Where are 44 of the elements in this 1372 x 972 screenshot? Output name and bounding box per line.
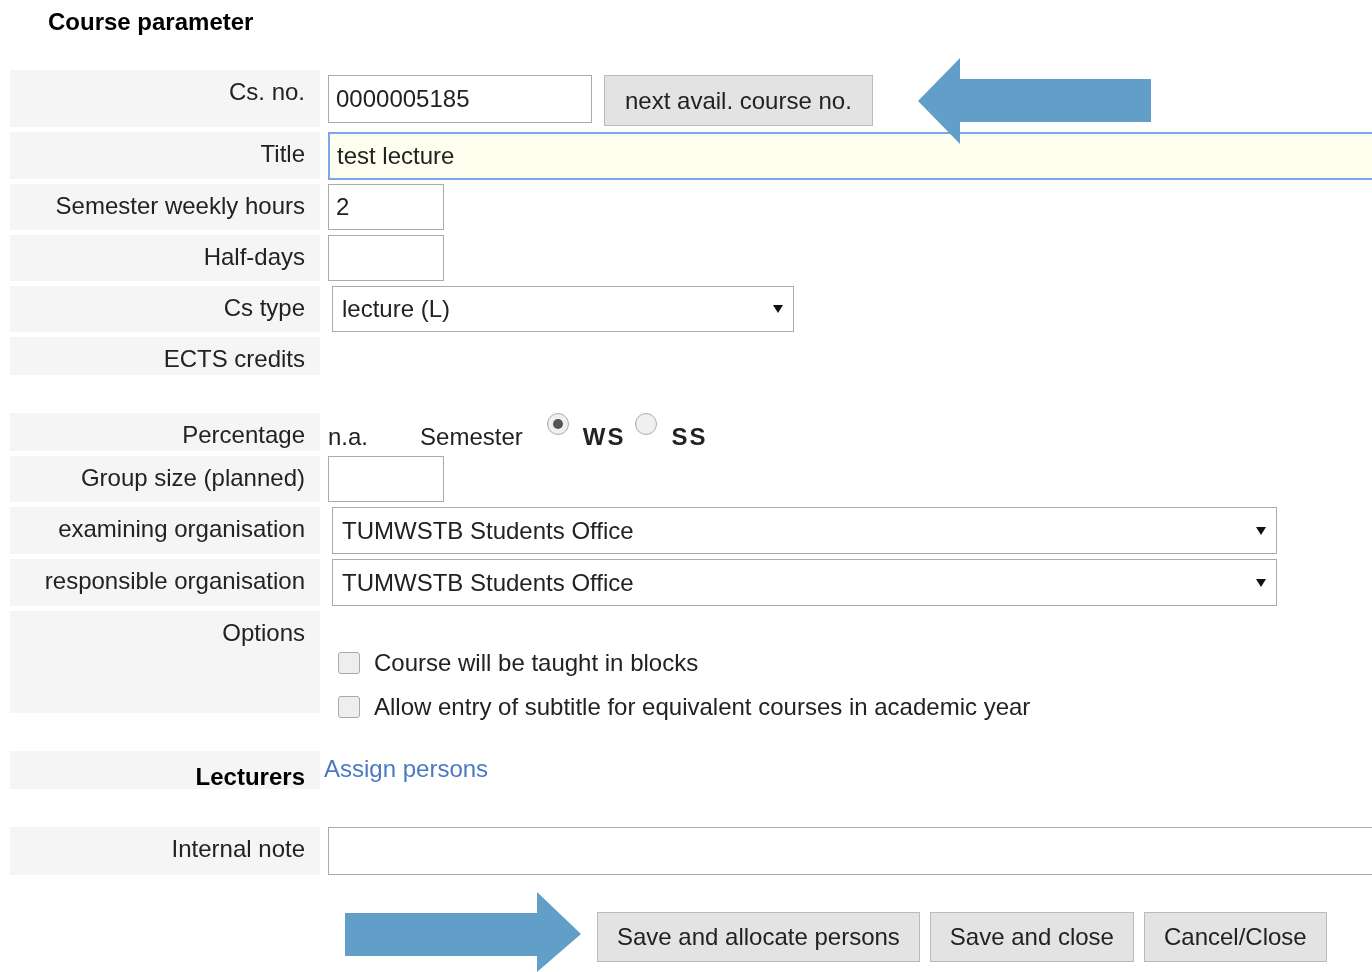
field-label: Group size (planned) — [10, 456, 320, 502]
next-number-button[interactable]: next avail. course no. — [604, 75, 873, 126]
assign-persons-link[interactable]: Assign persons — [324, 751, 489, 787]
field-label: Lecturers — [10, 751, 320, 789]
checkbox[interactable] — [338, 652, 360, 674]
course-number-field[interactable]: 0000005185 — [328, 75, 592, 123]
field-label: Cs type — [10, 286, 320, 332]
field-label: Percentage — [10, 413, 320, 451]
number-field[interactable]: 2 — [328, 184, 444, 230]
checkbox-label: Allow entry of subtitle for equivalent courses in academic year — [374, 692, 1031, 722]
dropdown[interactable]: TUMWSTB Students Office — [332, 559, 1277, 606]
dropdown-value: TUMWSTB Students Office — [342, 567, 634, 598]
field-label: Half-days — [10, 235, 320, 281]
field-label: examining organisation — [10, 507, 320, 554]
note-field[interactable] — [328, 827, 1372, 875]
field-label: responsible organisation — [10, 559, 320, 606]
dropdown-value: TUMWSTB Students Office — [342, 515, 634, 546]
dropdown-caret-icon — [772, 304, 784, 314]
semester-label: Semester — [420, 422, 523, 452]
field-label: Options — [10, 611, 320, 713]
checkbox-label: Course will be taught in blocks — [374, 648, 699, 678]
form-heading: Course parameter — [47, 7, 255, 37]
number-field[interactable] — [328, 235, 444, 281]
checkbox[interactable] — [338, 696, 360, 718]
action-button[interactable]: Save and allocate persons — [597, 912, 920, 962]
radio-button[interactable] — [546, 413, 569, 435]
field-label: ECTS credits — [10, 337, 320, 375]
radio-label: SS — [671, 422, 708, 452]
title-field[interactable]: test lecture — [328, 132, 1372, 180]
dropdown[interactable]: lecture (L) — [332, 286, 794, 332]
dropdown-value: lecture (L) — [342, 294, 451, 324]
radio-button[interactable] — [635, 413, 658, 435]
number-field[interactable] — [328, 456, 444, 502]
field-label: Semester weekly hours — [10, 184, 320, 230]
field-label: Internal note — [10, 827, 320, 875]
action-button[interactable]: Cancel/Close — [1143, 912, 1327, 962]
field-label: Cs. no. — [10, 70, 320, 127]
action-button[interactable]: Save and close — [929, 912, 1134, 962]
dropdown-caret-icon — [1255, 577, 1267, 588]
dropdown-caret-icon — [1255, 525, 1267, 536]
radio-label: WS — [582, 422, 626, 452]
field-label: Title — [10, 132, 320, 179]
dropdown[interactable]: TUMWSTB Students Office — [332, 507, 1277, 554]
percentage-value: n.a. — [328, 422, 369, 452]
